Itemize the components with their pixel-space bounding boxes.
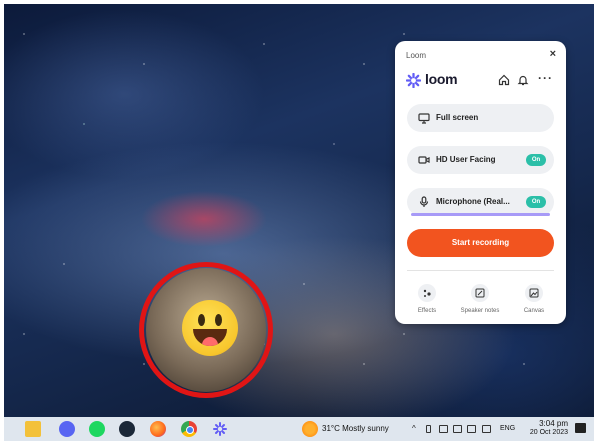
firefox-icon[interactable] xyxy=(150,421,166,437)
microphone-option-button[interactable]: Microphone (Real... On xyxy=(407,188,554,216)
screen-option-label: Full screen xyxy=(436,113,479,122)
chevron-up-icon[interactable]: ^ xyxy=(412,424,416,433)
speaker-notes-label: Speaker notes xyxy=(460,308,500,314)
clock-date[interactable]: 20 Oct 2023 xyxy=(521,429,568,436)
bell-icon[interactable] xyxy=(517,74,529,86)
language-indicator[interactable]: ENG xyxy=(500,425,515,432)
microphone-option-label: Microphone (Real... xyxy=(436,197,510,206)
screen-option-button[interactable]: Full screen xyxy=(407,104,554,132)
loom-logo-text: loom xyxy=(425,71,458,87)
desktop: Loom × loom ··· Full screen HD User Faci… xyxy=(4,4,594,441)
effects-button[interactable]: Effects xyxy=(402,284,452,314)
canvas-button[interactable]: Canvas xyxy=(509,284,559,314)
taskbar: 31°C Mostly sunny ^ ENG 3:04 pm 20 Oct 2… xyxy=(4,417,594,441)
home-icon[interactable] xyxy=(498,74,510,86)
sparkle-icon xyxy=(423,289,431,297)
chrome-icon[interactable] xyxy=(181,421,197,437)
spotify-icon[interactable] xyxy=(89,421,105,437)
edit-icon xyxy=(475,288,485,298)
start-recording-button[interactable]: Start recording xyxy=(407,229,554,257)
weather-text[interactable]: 31°C Mostly sunny xyxy=(322,424,389,433)
camera-toggle[interactable]: On xyxy=(526,154,546,166)
volume-icon[interactable] xyxy=(482,425,491,433)
steam-icon[interactable] xyxy=(119,421,135,437)
image-icon xyxy=(529,288,539,298)
window-title: Loom xyxy=(406,51,427,60)
loom-panel: Loom × loom ··· Full screen HD User Faci… xyxy=(395,41,566,324)
monitor-icon xyxy=(418,113,430,124)
file-explorer-icon[interactable] xyxy=(25,421,41,437)
microphone-toggle[interactable]: On xyxy=(526,196,546,208)
effects-label: Effects xyxy=(417,308,437,314)
loom-logo: loom xyxy=(406,71,466,88)
usb-icon[interactable] xyxy=(426,425,431,433)
notification-icon[interactable] xyxy=(575,423,586,433)
battery-icon[interactable] xyxy=(453,425,462,433)
close-icon[interactable]: × xyxy=(550,48,556,60)
canvas-label: Canvas xyxy=(523,308,545,314)
more-options-icon[interactable]: ··· xyxy=(538,71,553,85)
smiley-face-icon xyxy=(182,300,238,356)
camera-option-label: HD User Facing xyxy=(436,155,496,164)
loom-taskbar-icon[interactable] xyxy=(212,421,228,437)
divider xyxy=(407,270,554,271)
mic-level-meter xyxy=(411,213,550,216)
camera-icon xyxy=(418,156,430,164)
network-icon[interactable] xyxy=(467,425,476,433)
speaker-notes-button[interactable]: Speaker notes xyxy=(455,284,505,314)
discord-icon[interactable] xyxy=(59,421,75,437)
microphone-icon xyxy=(419,196,429,207)
clock-time[interactable]: 3:04 pm xyxy=(524,419,568,428)
camera-option-button[interactable]: HD User Facing On xyxy=(407,146,554,174)
weather-icon[interactable] xyxy=(302,421,318,437)
loom-logo-icon xyxy=(406,73,421,88)
monitor-icon[interactable] xyxy=(439,425,448,433)
